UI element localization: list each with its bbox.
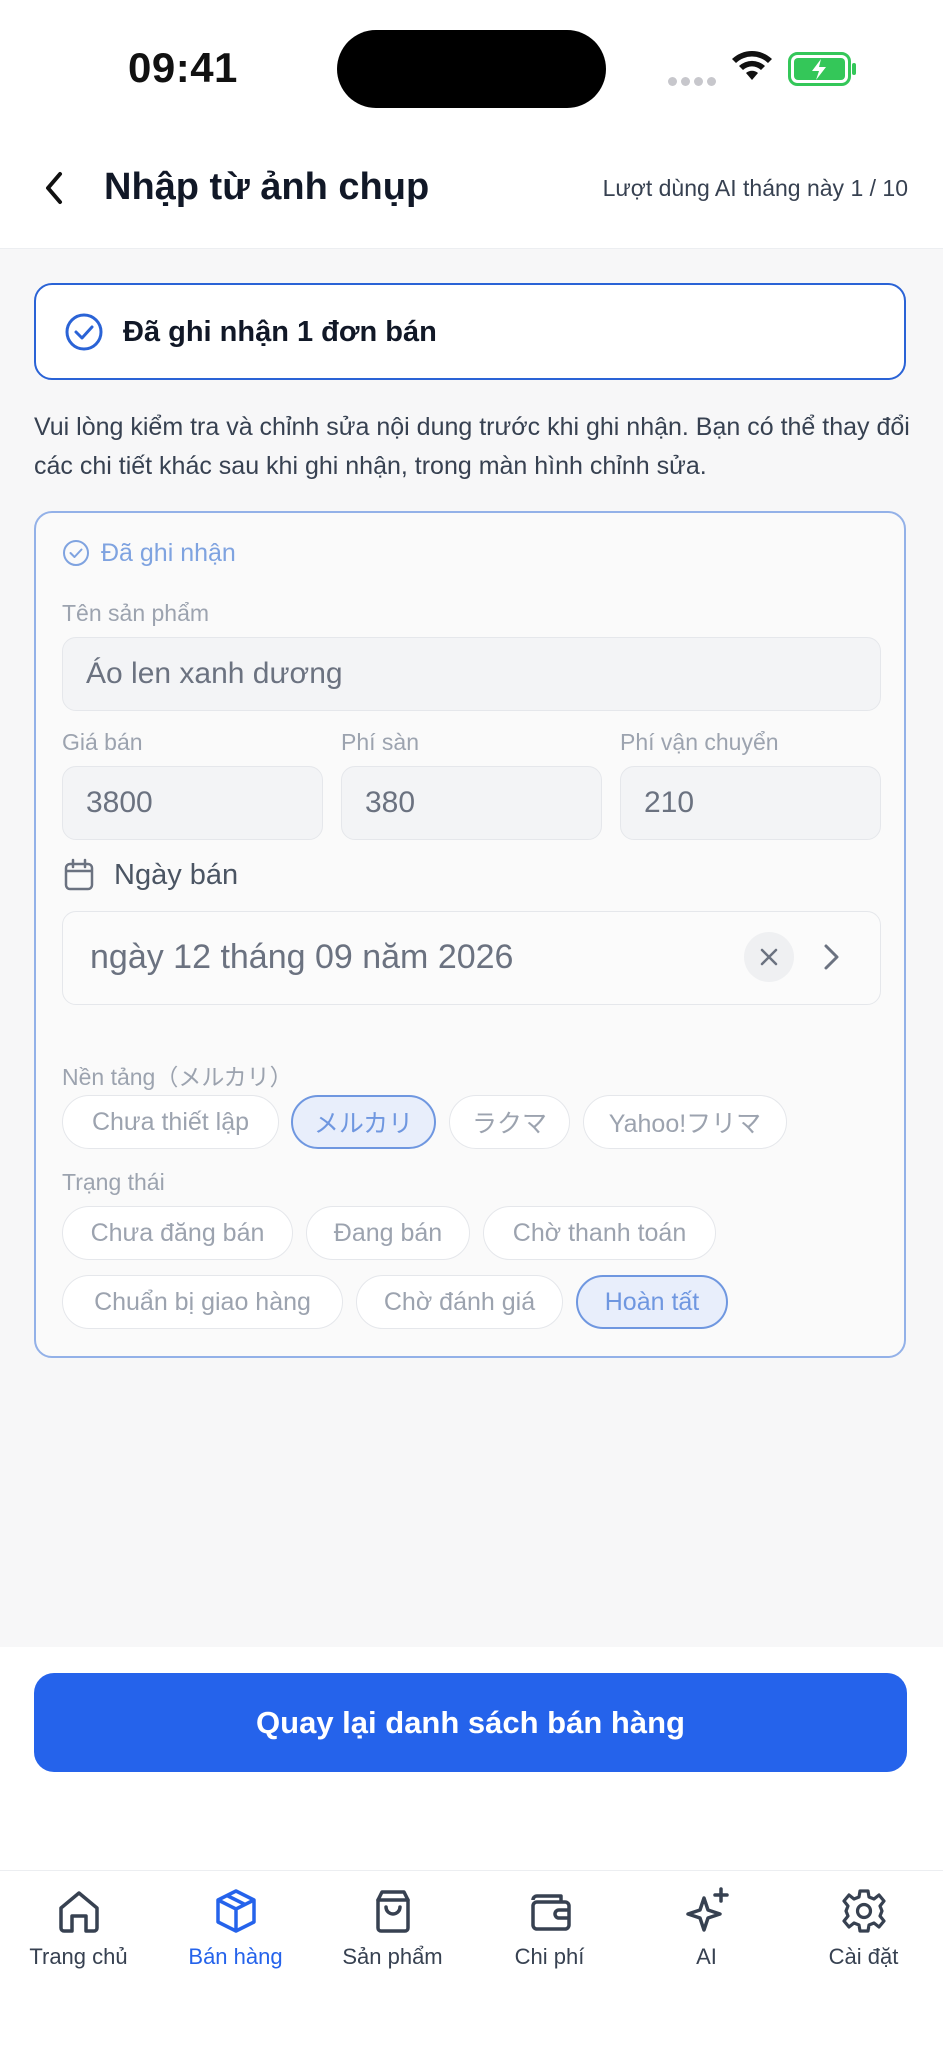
fee-value: 380 <box>365 786 416 819</box>
fee-label: Phí sàn <box>341 729 419 755</box>
tab-sales[interactable]: Bán hàng <box>157 1886 314 1970</box>
price-label: Giá bán <box>62 729 143 755</box>
product-name-label: Tên sản phẩm <box>62 600 210 626</box>
tab-label: Bán hàng <box>188 1944 283 1969</box>
platform-chip-yahoo[interactable]: Yahoo!フリマ <box>583 1095 787 1149</box>
check-circle-icon <box>64 312 104 357</box>
dynamic-island <box>337 30 606 108</box>
shipping-label: Phí vận chuyển <box>620 729 779 755</box>
alert-message: Đã ghi nhận 1 đơn bán <box>123 316 437 348</box>
tab-ai[interactable]: AI <box>628 1886 785 1970</box>
tab-label: Chi phí <box>514 1944 585 1969</box>
date-picker-button[interactable] <box>818 941 844 978</box>
sale-date-value: ngày 12 tháng 09 năm 2026 <box>90 938 514 976</box>
platform-chip-unset[interactable]: Chưa thiết lập <box>62 1095 279 1149</box>
platform-label: Nền tảng（メルカリ） <box>62 1064 293 1090</box>
sale-date-label: Ngày bán <box>114 859 239 891</box>
product-name-value: Áo len xanh dương <box>86 657 343 690</box>
platform-chip-mercari[interactable]: メルカリ <box>291 1095 436 1149</box>
tab-label: Sản phẩm <box>342 1944 443 1969</box>
status-chip-awaiting-review[interactable]: Chờ đánh giá <box>356 1275 563 1329</box>
page-title: Nhập từ ảnh chụp <box>104 166 430 208</box>
wallet-icon <box>530 1894 571 1931</box>
wifi-icon <box>730 50 774 89</box>
battery-icon <box>788 52 858 91</box>
recorded-status: Đã ghi nhận <box>101 539 236 567</box>
tab-label: AI <box>696 1944 717 1969</box>
status-time: 09:41 <box>128 44 238 91</box>
clear-date-button[interactable] <box>744 932 794 982</box>
chevron-right-icon <box>824 944 839 970</box>
ai-usage-counter: Lượt dùng AI tháng này 1 / 10 <box>602 175 908 201</box>
status-label: Trạng thái <box>62 1169 165 1195</box>
tab-settings[interactable]: Cài đặt <box>785 1886 942 1970</box>
instruction-text: Vui lòng kiểm tra và chỉnh sửa nội dung … <box>34 413 910 480</box>
status-chip-not-listed[interactable]: Chưa đăng bán <box>62 1206 293 1260</box>
shipping-value: 210 <box>644 786 695 819</box>
home-icon <box>58 1891 99 1933</box>
cellular-signal-icon <box>668 73 720 91</box>
product-name-field[interactable]: Áo len xanh dương <box>62 637 881 711</box>
price-field[interactable]: 3800 <box>62 766 323 840</box>
calendar-icon <box>63 858 95 897</box>
sparkle-icon <box>685 1887 729 1932</box>
tab-label: Cài đặt <box>828 1944 899 1969</box>
bag-icon <box>375 1890 410 1933</box>
price-value: 3800 <box>86 786 153 819</box>
tab-label: Trang chủ <box>29 1944 128 1969</box>
status-chip-preparing-shipment[interactable]: Chuẩn bị giao hàng <box>62 1275 343 1329</box>
status-chip-awaiting-payment[interactable]: Chờ thanh toán <box>483 1206 716 1260</box>
platform-chip-rakuma[interactable]: ラクマ <box>449 1095 570 1149</box>
close-icon <box>760 948 778 966</box>
gear-icon <box>841 1889 886 1933</box>
status-chip-selling[interactable]: Đang bán <box>306 1206 470 1260</box>
box-icon <box>215 1889 256 1933</box>
status-chip-completed[interactable]: Hoàn tất <box>576 1275 728 1329</box>
back-to-sales-list-button[interactable]: Quay lại danh sách bán hàng <box>34 1673 907 1772</box>
check-circle-icon <box>62 539 90 572</box>
shipping-field[interactable]: 210 <box>620 766 881 840</box>
chevron-left-icon <box>46 172 62 204</box>
tab-expenses[interactable]: Chi phí <box>471 1886 628 1970</box>
tab-home[interactable]: Trang chủ <box>0 1886 157 1970</box>
tab-products[interactable]: Sản phẩm <box>314 1886 471 1970</box>
back-button[interactable] <box>36 166 76 210</box>
fee-field[interactable]: 380 <box>341 766 602 840</box>
